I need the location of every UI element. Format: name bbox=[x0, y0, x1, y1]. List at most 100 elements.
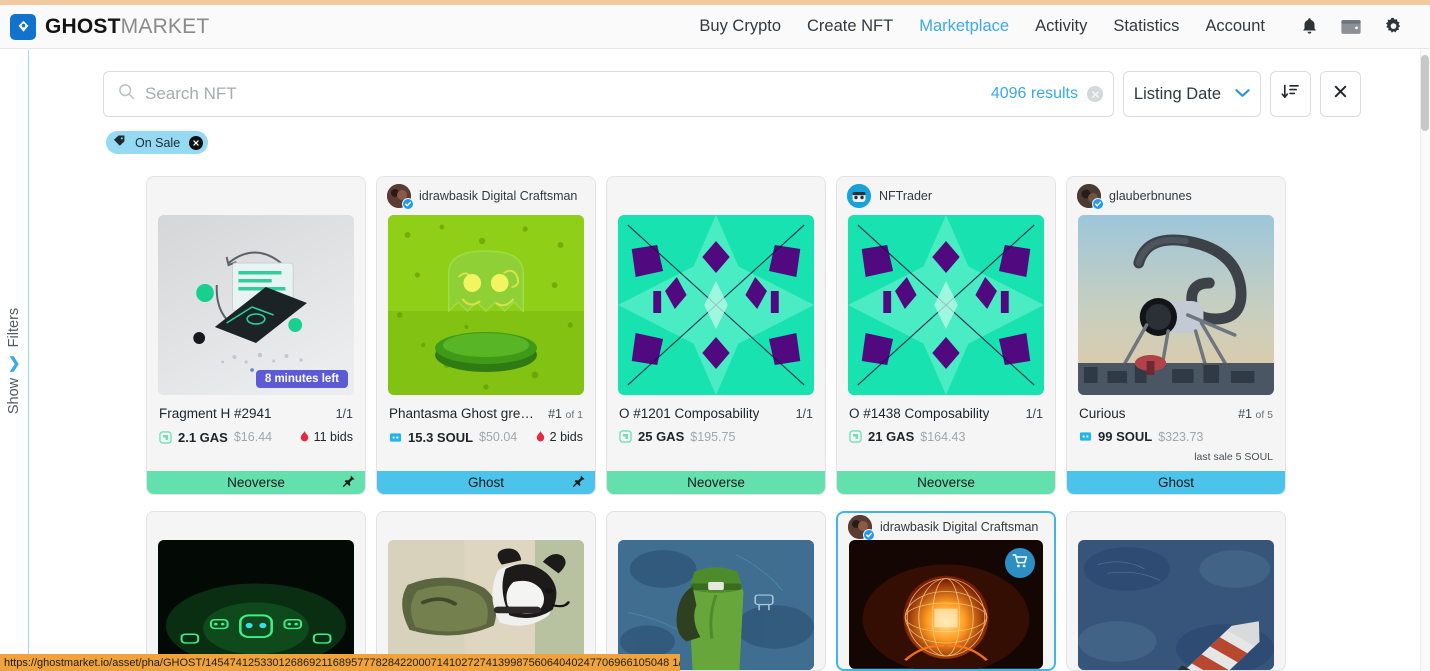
pin-icon[interactable] bbox=[572, 474, 586, 491]
site-logo[interactable]: GHOST MARKET bbox=[10, 13, 209, 40]
nft-card[interactable] bbox=[376, 511, 596, 671]
card-price-usd: $16.44 bbox=[233, 430, 273, 444]
clear-search-icon[interactable] bbox=[1087, 86, 1103, 102]
nft-card[interactable]: NFTrader O #1438 Composability 1/1 21 GA… bbox=[836, 176, 1056, 495]
filters-rail[interactable]: Show ❯ Filters bbox=[0, 50, 29, 671]
nav-item-activity[interactable]: Activity bbox=[1022, 17, 1100, 36]
card-edition: 1/1 bbox=[1025, 407, 1043, 421]
card-last-sale: last sale 5 SOUL bbox=[1194, 451, 1273, 463]
nft-thumbnail bbox=[1078, 215, 1274, 395]
card-owner-name: idrawbasik Digital Craftsman bbox=[880, 519, 1039, 534]
card-price-row: 15.3 SOUL $50.04 2 bids bbox=[377, 421, 595, 445]
tag-icon bbox=[113, 135, 126, 150]
card-title-row: O #1201 Composability 1/1 bbox=[607, 395, 825, 421]
nft-card[interactable]: idrawbasik Digital Craftsman bbox=[836, 511, 1056, 671]
clear-filters-button[interactable] bbox=[1320, 71, 1361, 117]
show-filters-label: Show bbox=[6, 377, 22, 414]
site-header: GHOST MARKET Buy Crypto Create NFT Marke… bbox=[0, 5, 1430, 49]
card-bids: 2 bids bbox=[535, 429, 583, 445]
search-icon bbox=[118, 83, 135, 105]
card-edition-total: of 1 bbox=[565, 409, 583, 421]
logo-text-bold: GHOST bbox=[45, 14, 121, 38]
page-scrollbar-track[interactable] bbox=[1420, 50, 1430, 671]
gas-chain-icon bbox=[619, 430, 632, 443]
card-price-amount: 25 GAS bbox=[638, 429, 685, 444]
card-edition: 1/1 bbox=[335, 407, 353, 421]
main-nav: Buy Crypto Create NFT Marketplace Activi… bbox=[686, 17, 1430, 36]
notification-bell-icon[interactable] bbox=[1288, 17, 1330, 36]
nav-item-buy-crypto[interactable]: Buy Crypto bbox=[686, 17, 794, 36]
nft-card[interactable] bbox=[146, 511, 366, 671]
settings-gear-icon[interactable] bbox=[1372, 17, 1414, 36]
filter-chip-on-sale[interactable]: On Sale bbox=[106, 131, 209, 154]
card-owner[interactable]: NFTrader bbox=[837, 177, 1055, 215]
card-title: Curious bbox=[1079, 406, 1126, 421]
card-owner-name: glauberbnunes bbox=[1109, 189, 1192, 203]
nav-item-account[interactable]: Account bbox=[1192, 17, 1278, 36]
card-collection-footer[interactable]: Neoverse bbox=[607, 471, 825, 494]
card-owner bbox=[147, 512, 365, 540]
card-collection-name: Neoverse bbox=[917, 475, 975, 490]
show-filters-toggle[interactable]: Show ❯ Filters bbox=[5, 307, 23, 413]
shopping-cart-icon bbox=[1012, 553, 1028, 574]
card-collection-footer[interactable]: Ghost bbox=[377, 471, 595, 494]
verified-badge-icon bbox=[402, 198, 414, 210]
card-price-row: 21 GAS $164.43 bbox=[837, 421, 1055, 444]
wallet-icon[interactable] bbox=[1330, 17, 1372, 36]
card-price-amount: 99 SOUL bbox=[1098, 429, 1153, 444]
card-owner bbox=[377, 512, 595, 540]
card-owner[interactable]: idrawbasik Digital Craftsman bbox=[838, 513, 1054, 541]
card-edition: 1/1 bbox=[795, 407, 813, 421]
nav-item-create-nft[interactable]: Create NFT bbox=[794, 17, 906, 36]
card-bids-label: 11 bids bbox=[313, 430, 353, 444]
active-filter-chips: On Sale bbox=[106, 131, 1420, 154]
ghost-diamond-icon bbox=[10, 13, 36, 40]
card-edition-number: #1 bbox=[548, 407, 562, 421]
chevron-down-icon bbox=[1235, 85, 1250, 103]
pin-icon[interactable] bbox=[342, 474, 356, 491]
close-icon bbox=[1333, 84, 1348, 104]
nft-card[interactable] bbox=[606, 511, 826, 671]
nft-card[interactable]: O #1201 Composability 1/1 25 GAS $195.75 bbox=[606, 176, 826, 495]
sort-direction-button[interactable] bbox=[1270, 71, 1311, 117]
nav-item-marketplace[interactable]: Marketplace bbox=[906, 17, 1022, 36]
nft-card[interactable]: 8 minutes left Fragment H #2941 1/1 2.1 … bbox=[146, 176, 366, 495]
card-edition-total: of 5 bbox=[1255, 409, 1273, 421]
remove-filter-icon[interactable] bbox=[189, 135, 204, 150]
nft-card[interactable] bbox=[1066, 511, 1286, 671]
sort-field-select[interactable]: Listing Date bbox=[1123, 71, 1261, 117]
gas-chain-icon bbox=[159, 430, 172, 444]
search-input[interactable] bbox=[145, 84, 991, 104]
card-price-row: 2.1 GAS $16.44 11 bids bbox=[147, 421, 365, 445]
soul-chain-icon bbox=[389, 431, 402, 444]
card-owner bbox=[147, 177, 365, 215]
card-price-usd: $323.73 bbox=[1158, 429, 1204, 444]
nft-card[interactable]: glauberbnunes Curious #1 of 5 99 SOUL $3… bbox=[1066, 176, 1286, 495]
nft-thumbnail bbox=[618, 215, 814, 395]
nft-card[interactable]: idrawbasik Digital Craftsman bbox=[376, 176, 596, 495]
card-collection-footer[interactable]: Neoverse bbox=[837, 471, 1055, 494]
card-collection-name: Ghost bbox=[1157, 475, 1195, 490]
card-price-row: 25 GAS $195.75 bbox=[607, 421, 825, 444]
card-owner[interactable]: glauberbnunes bbox=[1067, 177, 1285, 215]
card-title: O #1201 Composability bbox=[619, 406, 760, 421]
page-scrollbar-thumb[interactable] bbox=[1421, 55, 1429, 131]
nav-item-statistics[interactable]: Statistics bbox=[1100, 17, 1192, 36]
card-edition-number: #1 bbox=[1238, 407, 1252, 421]
card-price-usd: $195.75 bbox=[690, 429, 736, 444]
card-title-row: Curious #1 of 5 bbox=[1067, 395, 1285, 421]
add-to-cart-button[interactable] bbox=[1005, 548, 1035, 579]
verified-badge-icon bbox=[863, 528, 875, 541]
nft-thumbnail bbox=[618, 539, 814, 670]
card-owner[interactable]: idrawbasik Digital Craftsman bbox=[377, 177, 595, 215]
card-price-usd: $50.04 bbox=[479, 430, 518, 444]
card-price-row: 99 SOUL $323.73 bbox=[1067, 421, 1285, 444]
nft-thumbnail bbox=[388, 539, 584, 670]
card-collection-footer[interactable]: Neoverse bbox=[147, 471, 365, 494]
avatar bbox=[387, 184, 414, 210]
card-title: Fragment H #2941 bbox=[159, 406, 272, 421]
marketplace-main: 4096 results Listing Date bbox=[30, 50, 1420, 671]
card-collection-footer[interactable]: Ghost bbox=[1067, 471, 1285, 494]
card-owner bbox=[607, 512, 825, 540]
search-box[interactable]: 4096 results bbox=[103, 71, 1114, 117]
